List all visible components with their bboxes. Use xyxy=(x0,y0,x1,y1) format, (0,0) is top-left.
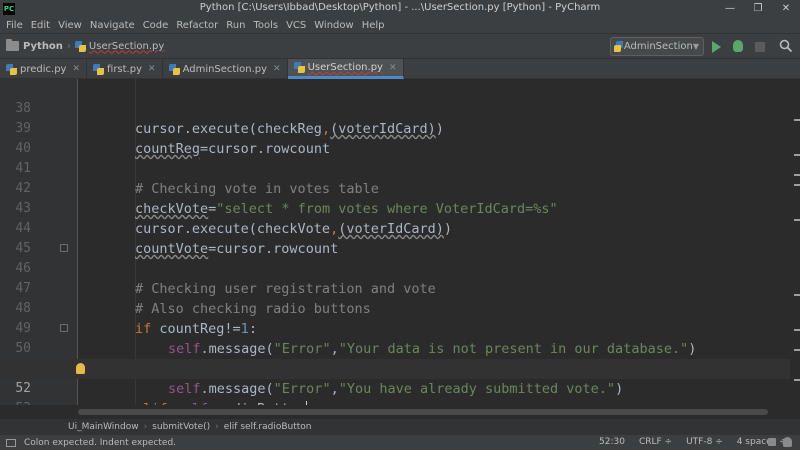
menu-tools[interactable]: Tools xyxy=(249,20,282,31)
window-title: Python [C:\Users\Ibbad\Desktop\Python] -… xyxy=(199,2,601,13)
menu-navigate[interactable]: Navigate xyxy=(86,20,139,31)
code-breadcrumb: Ui_MainWindow › submitVote() › elif self… xyxy=(0,419,800,435)
fold-icon[interactable] xyxy=(60,324,68,332)
code-line[interactable]: 51 self.message("Error","You have alread… xyxy=(0,339,790,397)
code-line[interactable]: 44 countVote=cursor.rowcount xyxy=(0,199,790,257)
menu-file[interactable]: File xyxy=(2,20,27,31)
tool-windows-icon[interactable] xyxy=(6,438,16,447)
error-stripe-marker[interactable] xyxy=(794,154,800,156)
python-file-icon xyxy=(6,63,17,75)
menu-view[interactable]: View xyxy=(54,20,86,31)
code-line[interactable]: 50 elif countVote==1: xyxy=(0,319,790,377)
tab-first[interactable]: first.py ✕ xyxy=(87,59,163,79)
minimize-button[interactable]: — xyxy=(716,0,744,17)
run-icon[interactable] xyxy=(712,41,721,53)
nav-file[interactable]: UserSection.py xyxy=(74,40,165,52)
close-icon[interactable]: ✕ xyxy=(72,64,80,74)
nav-file-label: UserSection.py xyxy=(88,40,165,52)
nav-separator: › xyxy=(66,40,71,52)
code-line[interactable]: 40 xyxy=(0,119,790,156)
breadcrumb-separator: › xyxy=(215,422,219,432)
menu-bar: File Edit View Navigate Code Refactor Ru… xyxy=(0,17,800,33)
menu-refactor[interactable]: Refactor xyxy=(172,20,222,31)
tab-adminsection[interactable]: AdminSection.py ✕ xyxy=(163,59,288,79)
lock-icon[interactable] xyxy=(768,438,776,446)
run-config-dropdown[interactable]: AdminSection ▼ xyxy=(610,37,704,56)
code-line[interactable]: 45 xyxy=(0,219,790,256)
breadcrumb-method[interactable]: submitVote() xyxy=(152,422,210,432)
code-line[interactable]: 48 if countReg!=1: xyxy=(0,279,790,337)
error-stripe-marker[interactable] xyxy=(794,329,800,331)
menu-window[interactable]: Window xyxy=(310,20,357,31)
code-line-current[interactable]: 52 elif self.radioButton xyxy=(0,359,790,405)
menu-vcs[interactable]: VCS xyxy=(282,20,310,31)
code-line[interactable]: 53 xyxy=(0,379,790,405)
folder-icon xyxy=(6,39,19,51)
inspector-icon[interactable] xyxy=(783,437,792,447)
close-icon[interactable]: ✕ xyxy=(148,64,156,74)
nav-project[interactable]: Python xyxy=(6,39,63,52)
code-line[interactable]: 38 cursor.execute(checkReg,(voterIdCard)… xyxy=(0,79,790,137)
search-icon[interactable] xyxy=(779,39,793,53)
title-bar: PC Python [C:\Users\Ibbad\Desktop\Python… xyxy=(0,0,800,17)
code-line[interactable]: 49 self.message("Error","Your data is no… xyxy=(0,299,790,357)
indent-setting[interactable]: 4 spaces ÷ xyxy=(737,437,787,447)
code-line[interactable]: 43 cursor.execute(checkVote,(voterIdCard… xyxy=(0,179,790,237)
error-stripe-marker[interactable] xyxy=(794,294,800,296)
breadcrumb-separator: › xyxy=(143,422,148,432)
menu-edit[interactable]: Edit xyxy=(27,20,54,31)
close-window-button[interactable]: ✕ xyxy=(772,0,800,17)
tab-predic[interactable]: predic.py ✕ xyxy=(0,59,88,79)
error-stripe-marker[interactable] xyxy=(794,119,800,121)
code-line[interactable]: 46 # Checking user registration and vote xyxy=(0,239,790,297)
tab-label: AdminSection.py xyxy=(182,63,268,75)
file-encoding[interactable]: UTF-8 ÷ xyxy=(686,437,723,447)
code-line[interactable]: 47 # Also checking radio buttons xyxy=(0,259,790,317)
navigation-bar: Python › UserSection.py AdminSection ▼ xyxy=(0,33,800,59)
python-file-icon xyxy=(74,40,86,52)
python-file-icon xyxy=(293,62,305,73)
breadcrumb-class[interactable]: Ui_MainWindow xyxy=(68,422,139,432)
fold-icon[interactable] xyxy=(60,244,68,252)
editor-tab-bar: predic.py ✕ first.py ✕ AdminSection.py ✕… xyxy=(0,59,800,79)
python-file-icon xyxy=(168,63,180,75)
stop-icon[interactable] xyxy=(755,42,765,52)
scrollbar-thumb[interactable] xyxy=(78,409,768,415)
error-stripe[interactable] xyxy=(792,79,800,405)
breadcrumb-statement[interactable]: elif self.radioButton xyxy=(224,422,312,432)
code-line[interactable]: 42 checkVote="select * from votes where … xyxy=(0,159,790,217)
debug-icon[interactable] xyxy=(733,40,743,52)
status-bar: Colon expected. Indent expected. 52:30 C… xyxy=(0,435,800,450)
lightbulb-icon[interactable] xyxy=(76,363,85,374)
line-ending[interactable]: CRLF ÷ xyxy=(639,437,672,447)
code-line[interactable]: 39 countReg=cursor.rowcount xyxy=(0,99,790,157)
code-line[interactable]: 41 # Checking vote in votes table xyxy=(0,139,790,197)
menu-code[interactable]: Code xyxy=(139,20,173,31)
tab-label: first.py xyxy=(107,63,143,75)
close-icon[interactable]: ✕ xyxy=(389,63,397,73)
error-stripe-marker[interactable] xyxy=(794,219,800,221)
tab-label: predic.py xyxy=(20,63,67,75)
tab-usersection[interactable]: UserSection.py ✕ xyxy=(287,59,404,79)
error-stripe-marker[interactable] xyxy=(794,174,800,176)
close-icon[interactable]: ✕ xyxy=(273,64,281,74)
menu-run[interactable]: Run xyxy=(222,20,249,31)
horizontal-scrollbar[interactable] xyxy=(78,405,798,419)
nav-project-label: Python xyxy=(23,40,63,52)
status-message: Colon expected. Indent expected. xyxy=(24,437,177,448)
menu-help[interactable]: Help xyxy=(358,20,389,31)
error-stripe-marker[interactable] xyxy=(794,349,800,351)
code-editor[interactable]: 38 cursor.execute(checkReg,(voterIdCard)… xyxy=(0,79,800,405)
chevron-down-icon: ▼ xyxy=(692,42,699,51)
error-stripe-marker[interactable] xyxy=(794,379,800,381)
tab-label: UserSection.py xyxy=(307,62,383,73)
cursor-position[interactable]: 52:30 xyxy=(599,437,625,447)
run-config-label: AdminSection xyxy=(623,41,693,52)
python-file-icon xyxy=(613,41,623,52)
python-file-icon xyxy=(93,63,105,75)
maximize-button[interactable]: ❐ xyxy=(744,0,772,17)
error-stripe-marker[interactable] xyxy=(794,184,800,186)
